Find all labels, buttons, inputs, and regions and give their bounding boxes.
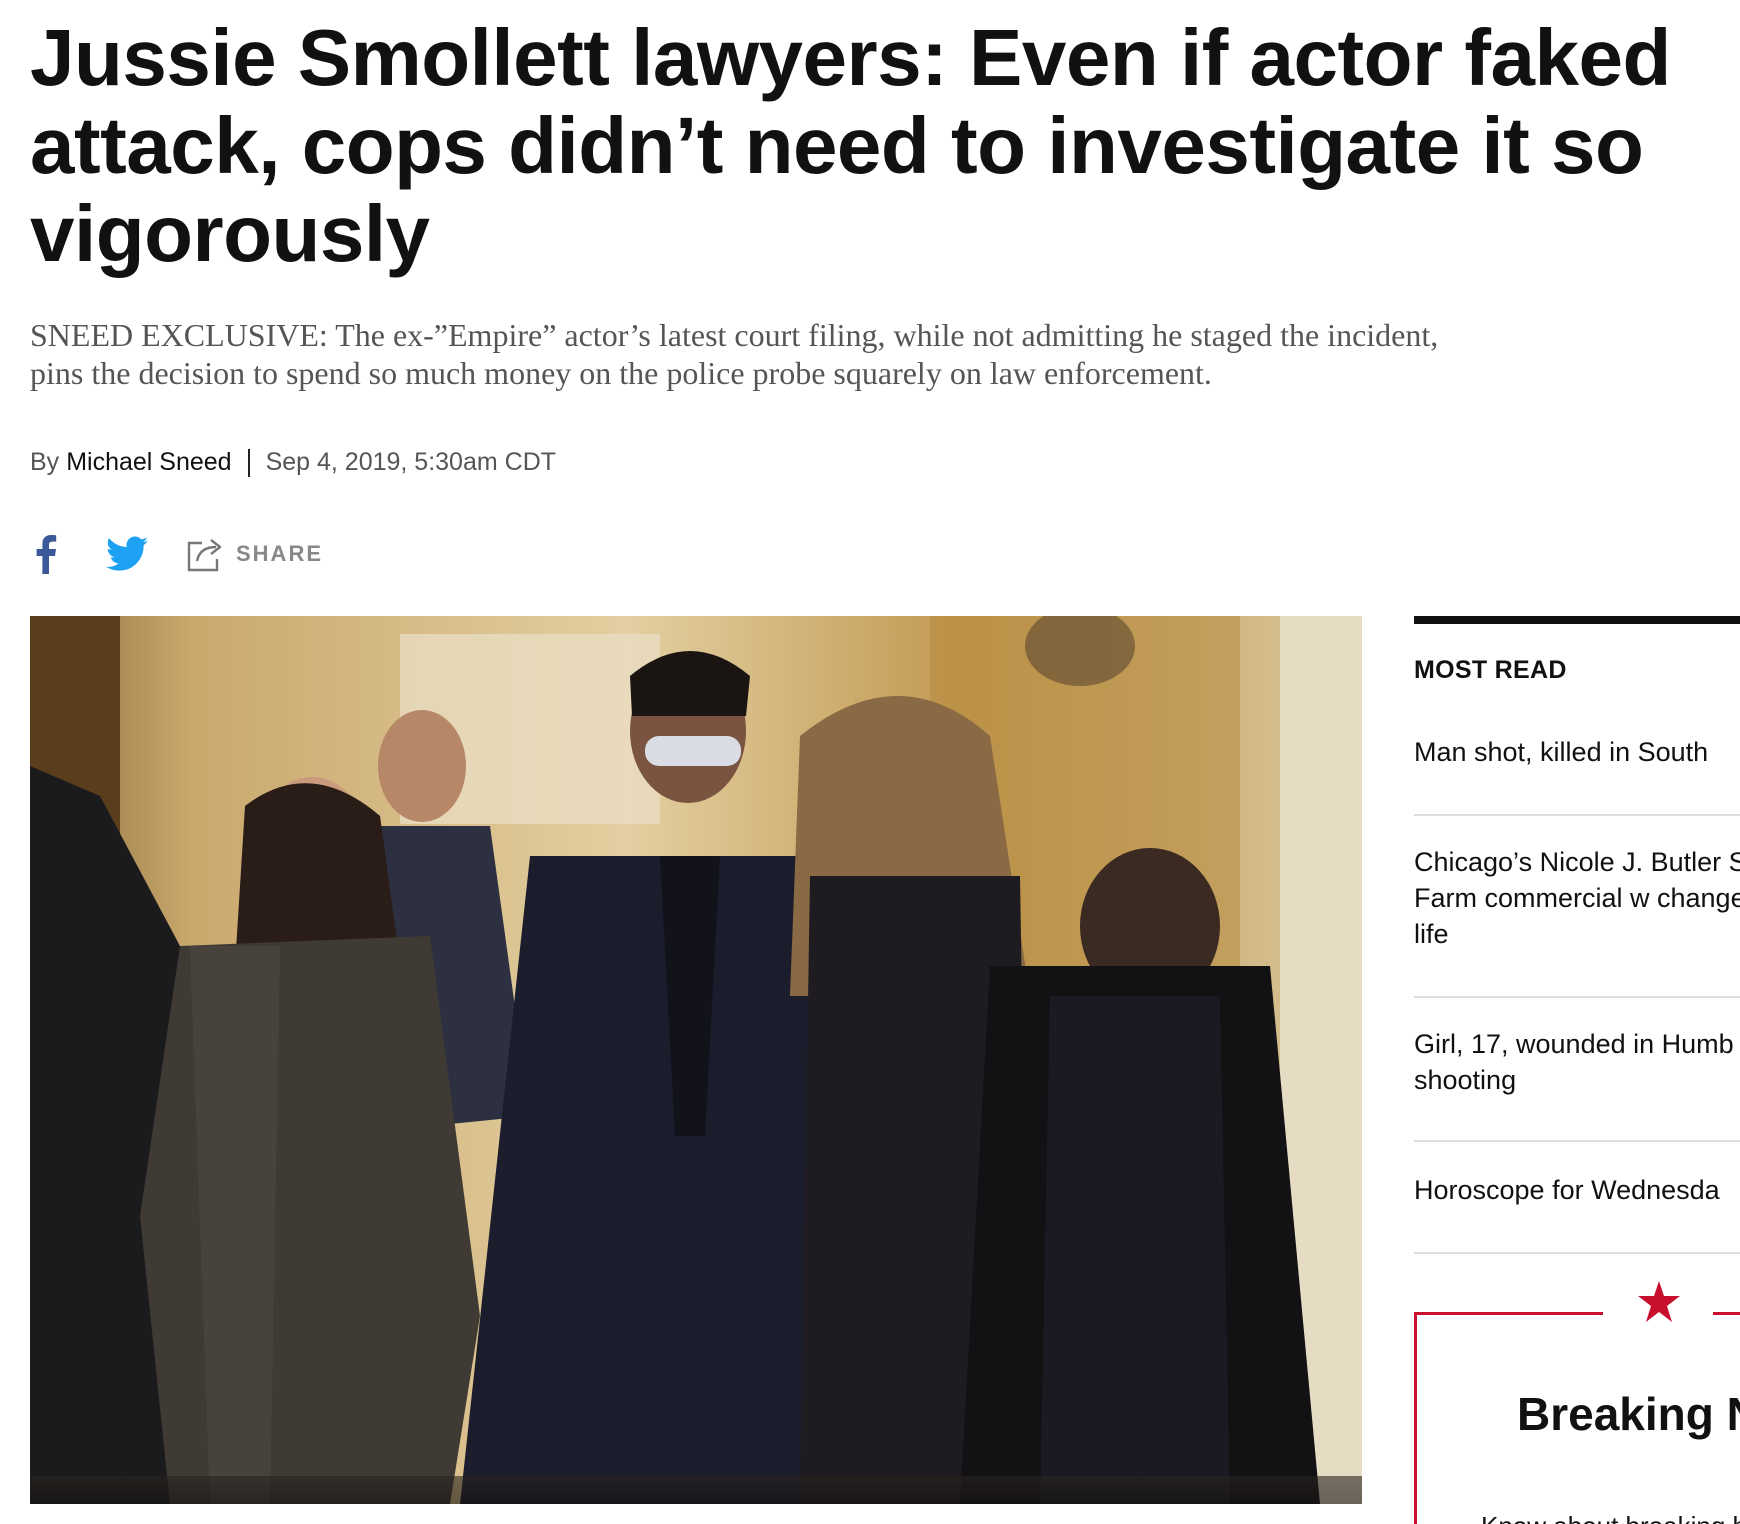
breaking-news-signup: Breaking N Know about breaking happens. …	[1414, 1281, 1740, 1524]
most-read-item[interactable]: Man shot, killed in South	[1414, 734, 1740, 770]
byline: By Michael Sneed Sep 4, 2019, 5:30am CDT	[30, 448, 556, 477]
share-label[interactable]: SHARE	[236, 541, 323, 567]
byline-divider	[247, 448, 250, 477]
sidebar-top-rule	[1414, 616, 1740, 624]
most-read-item[interactable]: Girl, 17, wounded in Humb shooting	[1414, 1026, 1740, 1098]
star-icon	[1638, 1281, 1680, 1322]
most-read-item[interactable]: Chicago’s Nicole J. Butler State Farm co…	[1414, 844, 1740, 952]
most-read-divider	[1414, 1252, 1740, 1254]
author-link[interactable]: Michael Sneed	[66, 448, 231, 477]
sidebar: MOST READ Man shot, killed in South Chic…	[1414, 616, 1740, 1524]
facebook-icon[interactable]	[34, 534, 58, 574]
twitter-icon[interactable]	[106, 536, 148, 572]
share-icon[interactable]	[186, 535, 226, 573]
publish-date: Sep 4, 2019, 5:30am CDT	[265, 448, 557, 476]
most-read-title: MOST READ	[1414, 656, 1567, 684]
breaking-news-text: Know about breaking happens. We follow t…	[1481, 1507, 1740, 1524]
most-read-divider	[1414, 814, 1740, 816]
article-headline: Jussie Smollett lawyers: Even if actor f…	[30, 13, 1671, 278]
most-read-item[interactable]: Horoscope for Wednesda	[1414, 1172, 1740, 1208]
hero-photo-illustration	[30, 616, 1362, 1504]
byline-prefix: By	[30, 448, 60, 476]
article-dek: SNEED EXCLUSIVE: The ex-”Empire” actor’s…	[30, 317, 1439, 391]
hero-photo	[30, 616, 1362, 1504]
share-bar: SHARE	[30, 532, 323, 576]
breaking-news-title: Breaking N	[1517, 1388, 1740, 1440]
most-read-divider	[1414, 1140, 1740, 1142]
most-read-divider	[1414, 996, 1740, 998]
